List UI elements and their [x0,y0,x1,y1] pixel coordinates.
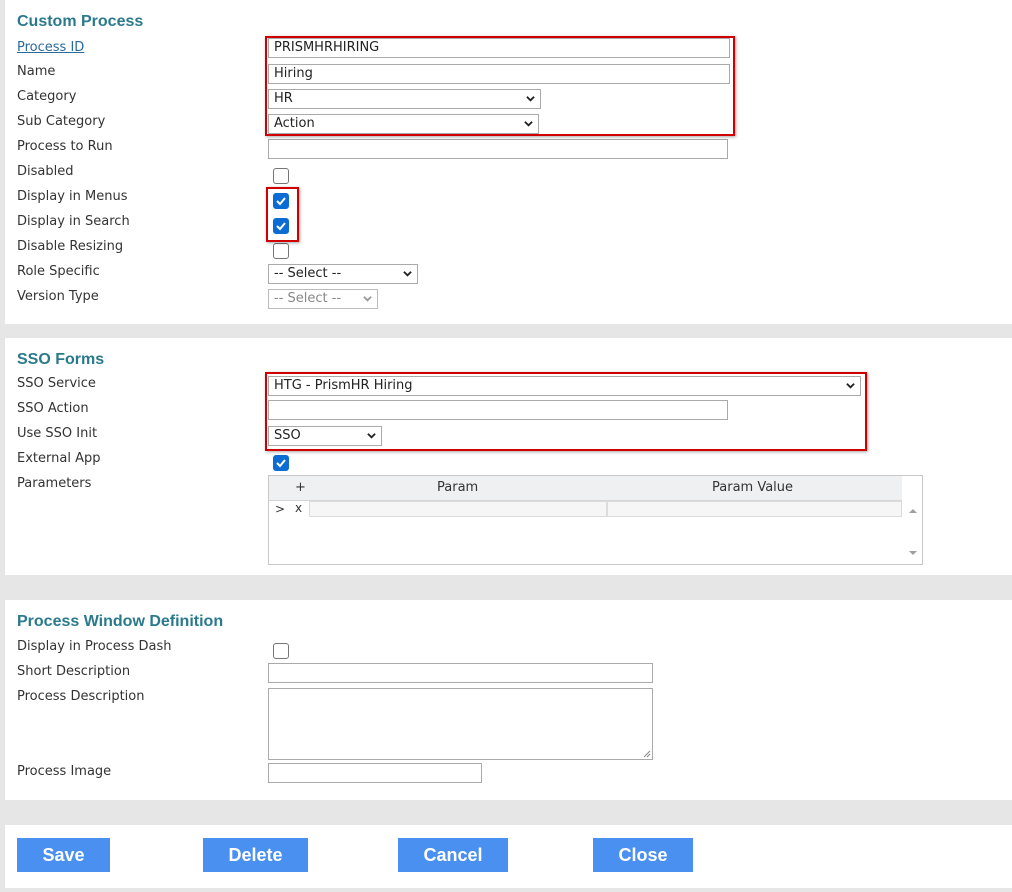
close-button[interactable]: Close [593,838,693,872]
process-id-input[interactable]: PRISMHRHIRING [268,38,730,58]
chevron-down-icon [526,96,535,102]
sso-service-label: SSO Service [17,376,96,391]
scroll-down-icon[interactable] [904,547,922,559]
add-row-button[interactable]: + [295,480,306,495]
name-input[interactable]: Hiring [268,64,730,84]
short-description-label: Short Description [17,664,131,679]
version-type-label: Version Type [17,289,99,304]
sso-service-select-value: HTG - PrismHR Hiring [274,378,413,393]
display-in-menus-label: Display in Menus [17,189,128,204]
process-description-label: Process Description [17,689,145,704]
sub-category-select-value: Action [274,116,315,131]
column-header-param-value: Param Value [712,480,794,495]
process-window-panel: Process Window Definition Display in Pro… [5,600,1012,800]
column-header-param: Param [437,480,479,495]
cancel-button[interactable]: Cancel [398,838,508,872]
display-in-search-label: Display in Search [17,214,130,229]
short-description-input[interactable] [268,663,653,683]
delete-button[interactable]: Delete [203,838,308,872]
sso-action-input[interactable] [268,400,728,420]
chevron-down-icon [367,433,376,439]
name-label: Name [17,64,56,79]
section-title-custom-process: Custom Process [17,13,144,30]
process-id-label[interactable]: Process ID [17,40,84,55]
chevron-down-icon [363,296,372,302]
process-image-input[interactable] [268,763,482,783]
expand-row-icon[interactable]: > [275,502,285,516]
save-button[interactable]: Save [17,838,110,872]
use-sso-init-select[interactable]: SSO [268,426,382,446]
resize-handle-icon[interactable] [641,748,651,758]
role-specific-select[interactable]: -- Select -- [268,264,418,284]
category-select[interactable]: HR [268,89,541,109]
category-label: Category [17,89,77,104]
chevron-down-icon [846,383,855,389]
version-type-select-value: -- Select -- [274,291,342,306]
use-sso-init-select-value: SSO [274,428,301,443]
sub-category-label: Sub Category [17,114,106,129]
sub-category-select[interactable]: Action [268,114,539,134]
role-specific-label: Role Specific [17,264,100,279]
parameters-grid-header: + Param Param Value [269,476,902,501]
display-in-menus-checkbox[interactable] [273,193,289,209]
role-specific-select-value: -- Select -- [274,266,342,281]
disabled-checkbox[interactable] [273,168,289,184]
disable-resizing-checkbox[interactable] [273,243,289,259]
parameters-label: Parameters [17,476,92,491]
disable-resizing-label: Disable Resizing [17,239,124,254]
display-in-process-dash-label: Display in Process Dash [17,639,172,654]
delete-row-icon[interactable]: x [295,501,302,515]
use-sso-init-label: Use SSO Init [17,426,98,441]
process-description-textarea[interactable] [268,688,653,760]
display-in-process-dash-checkbox[interactable] [273,643,289,659]
sso-action-label: SSO Action [17,401,89,416]
button-bar: Save Delete Cancel Close [5,825,1012,888]
grid-scrollbar[interactable] [904,501,922,563]
sso-forms-panel: SSO Forms SSO Service HTG - PrismHR Hiri… [5,338,1012,575]
display-in-search-checkbox[interactable] [273,218,289,234]
param-value-cell[interactable] [607,501,902,517]
scroll-up-icon[interactable] [904,505,922,517]
section-title-process-window: Process Window Definition [17,613,224,630]
table-row: > x [269,501,902,518]
chevron-down-icon [524,121,533,127]
process-to-run-label: Process to Run [17,139,113,154]
external-app-label: External App [17,451,101,466]
section-title-sso-forms: SSO Forms [17,351,105,368]
version-type-select[interactable]: -- Select -- [268,289,378,309]
checkmark-icon [276,197,286,206]
external-app-checkbox[interactable] [273,455,289,471]
process-image-label: Process Image [17,764,112,779]
custom-process-panel: Custom Process Process ID PRISMHRHIRING … [5,0,1012,324]
param-cell[interactable] [309,501,607,517]
disabled-label: Disabled [17,164,74,179]
sso-service-select[interactable]: HTG - PrismHR Hiring [268,376,861,396]
checkmark-icon [276,459,286,468]
checkmark-icon [276,222,286,231]
category-select-value: HR [274,91,293,106]
parameters-grid: + Param Param Value > x [268,475,923,565]
chevron-down-icon [403,271,412,277]
process-to-run-input[interactable] [268,139,728,159]
